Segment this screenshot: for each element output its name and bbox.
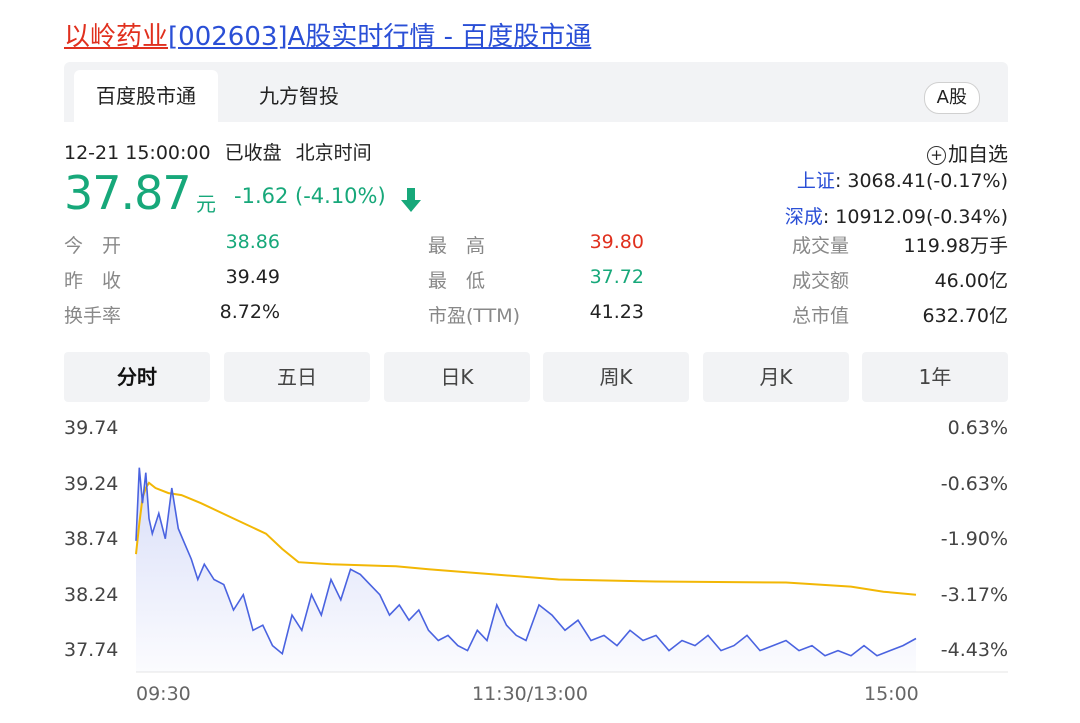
average-price-line xyxy=(135,481,917,596)
price-line xyxy=(135,467,917,657)
intraday-chart xyxy=(135,467,1008,673)
